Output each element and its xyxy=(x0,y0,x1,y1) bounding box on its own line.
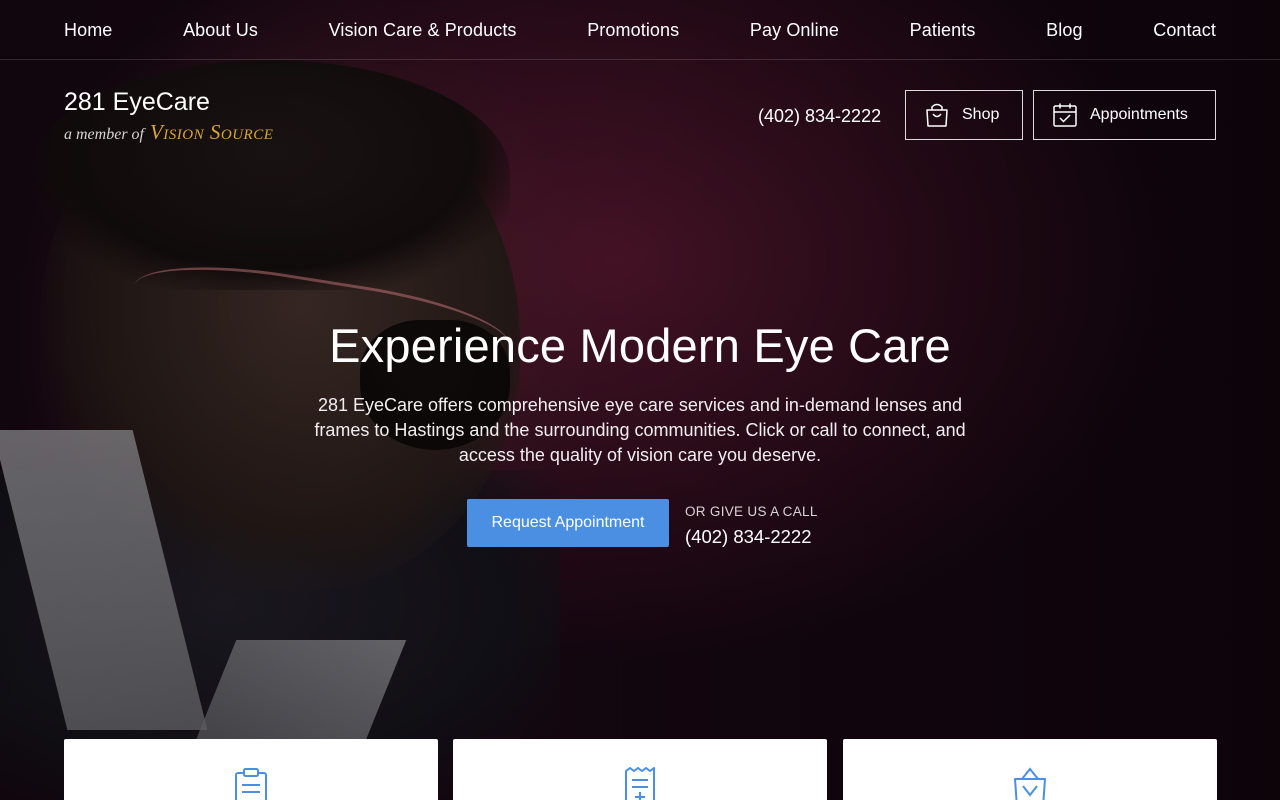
vision-source-logo: Vision Source xyxy=(149,120,274,144)
call-label: OR GIVE US A CALL xyxy=(685,504,818,519)
brand-name: 281 EyeCare xyxy=(64,88,210,116)
service-card-1[interactable] xyxy=(64,739,438,800)
hero-title: Experience Modern Eye Care xyxy=(329,319,951,372)
top-navigation: Home About Us Vision Care & Products Pro… xyxy=(0,0,1280,60)
nav-promotions[interactable]: Promotions xyxy=(587,20,679,40)
shop-button-label: Shop xyxy=(962,106,1000,123)
nav-contact[interactable]: Contact xyxy=(1153,20,1216,40)
nav-pay-online[interactable]: Pay Online xyxy=(750,20,839,40)
hero-description: 281 EyeCare offers comprehensive eye car… xyxy=(314,395,966,465)
appointments-button[interactable]: Appointments xyxy=(1033,90,1216,140)
nav-home[interactable]: Home xyxy=(64,20,112,40)
service-card-3[interactable] xyxy=(843,739,1217,800)
hero-phone-link[interactable]: (402) 834-2222 xyxy=(685,526,812,548)
nav-about-us[interactable]: About Us xyxy=(183,20,258,40)
service-card-2[interactable] xyxy=(453,739,827,800)
shopping-bag-icon xyxy=(1014,767,1046,800)
brand-logo-link[interactable]: 281 EyeCare a member of Vision Source xyxy=(64,88,273,145)
header-phone-link[interactable]: (402) 834-2222 xyxy=(758,106,881,127)
appointments-button-label: Appointments xyxy=(1090,106,1188,123)
shop-button[interactable]: Shop xyxy=(905,90,1023,140)
nav-blog[interactable]: Blog xyxy=(1046,20,1082,40)
shopping-bag-icon xyxy=(926,103,948,127)
nav-patients[interactable]: Patients xyxy=(910,20,976,40)
request-appointment-button[interactable]: Request Appointment xyxy=(467,499,669,547)
brand-member-of: a member of xyxy=(64,126,144,143)
receipt-icon xyxy=(625,767,655,800)
nav-vision-care-products[interactable]: Vision Care & Products xyxy=(329,20,517,40)
clipboard-icon xyxy=(235,768,267,800)
brand-tagline: a member of Vision Source xyxy=(64,120,273,145)
calendar-check-icon xyxy=(1053,103,1077,127)
